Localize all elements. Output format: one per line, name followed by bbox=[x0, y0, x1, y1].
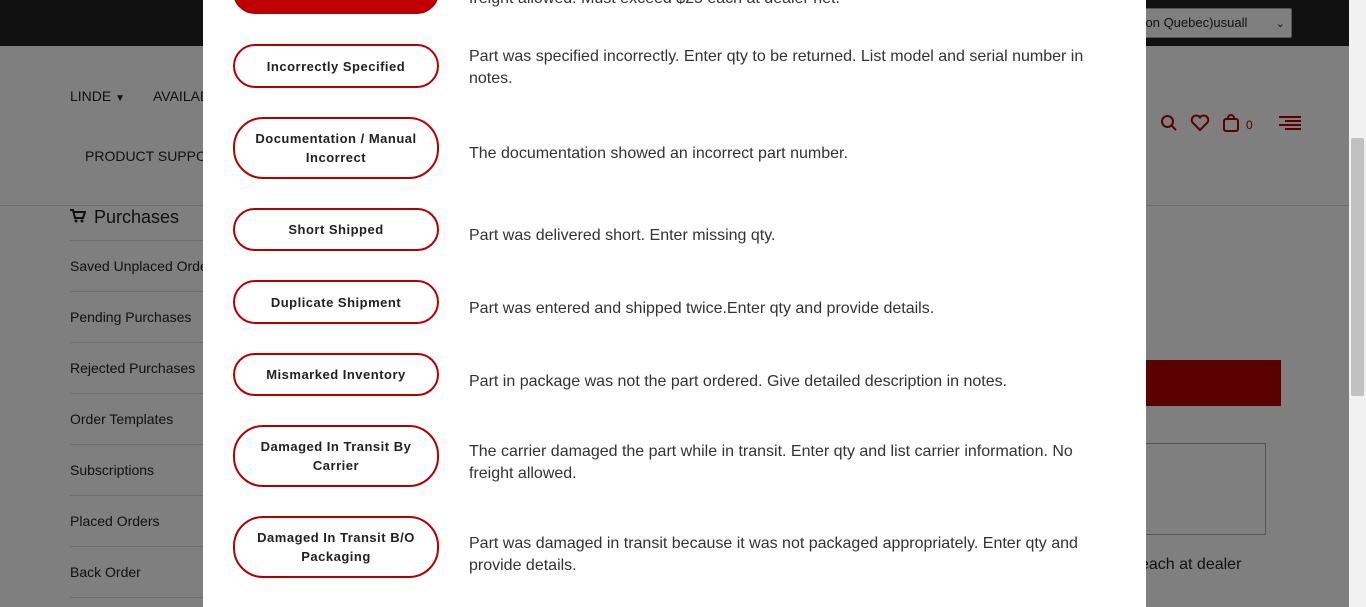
reason-pill-short-shipped[interactable]: Short Shipped bbox=[233, 208, 439, 251]
reason-row: Documentation / Manual Incorrect The doc… bbox=[233, 117, 1113, 179]
reason-description: Part was delivered short. Enter missing … bbox=[469, 227, 776, 244]
reason-pill-duplicate-shipment[interactable]: Duplicate Shipment bbox=[233, 280, 439, 324]
scrollbar-thumb[interactable] bbox=[1351, 138, 1364, 396]
reason-description: The carrier damaged the part while in tr… bbox=[469, 443, 1073, 482]
return-reasons-modal: freight allowed. Must exceed $25 each at… bbox=[203, 0, 1146, 607]
reason-row: Short Shipped Part was delivered short. … bbox=[233, 208, 1113, 252]
reason-description: Part was specified incorrectly. Enter qt… bbox=[469, 48, 1084, 87]
reason-row: Damaged In Transit By Carrier The carrie… bbox=[233, 425, 1113, 487]
reason-row: Duplicate Shipment Part was entered and … bbox=[233, 280, 1113, 324]
reason-description: Part was damaged in transit because it w… bbox=[469, 535, 1078, 574]
reason-pill-mismarked-inventory[interactable]: Mismarked Inventory bbox=[233, 353, 439, 396]
reason-description: The documentation showed an incorrect pa… bbox=[469, 145, 848, 162]
reason-description: Part was entered and shipped twice.Enter… bbox=[469, 300, 935, 317]
reason-pill-documentation-incorrect[interactable]: Documentation / Manual Incorrect bbox=[233, 117, 439, 179]
reason-pill-damaged-by-carrier[interactable]: Damaged In Transit By Carrier bbox=[233, 425, 439, 487]
reason-pill-incorrectly-specified[interactable]: Incorrectly Specified bbox=[233, 44, 439, 88]
reason-row: Incorrectly Specified Part was specified… bbox=[233, 44, 1113, 90]
reason-row-partial: freight allowed. Must exceed $25 each at… bbox=[233, 0, 1113, 16]
reason-row: Mismarked Inventory Part in package was … bbox=[233, 353, 1113, 397]
reason-row: Damaged In Transit B/O Packaging Part wa… bbox=[233, 516, 1113, 578]
reason-description: Part in package was not the part ordered… bbox=[469, 373, 1008, 390]
reason-pill-partial[interactable] bbox=[233, 0, 439, 14]
reason-pill-damaged-packaging[interactable]: Damaged In Transit B/O Packaging bbox=[233, 516, 439, 578]
reason-description-partial: freight allowed. Must exceed $25 each at… bbox=[469, 0, 1109, 10]
